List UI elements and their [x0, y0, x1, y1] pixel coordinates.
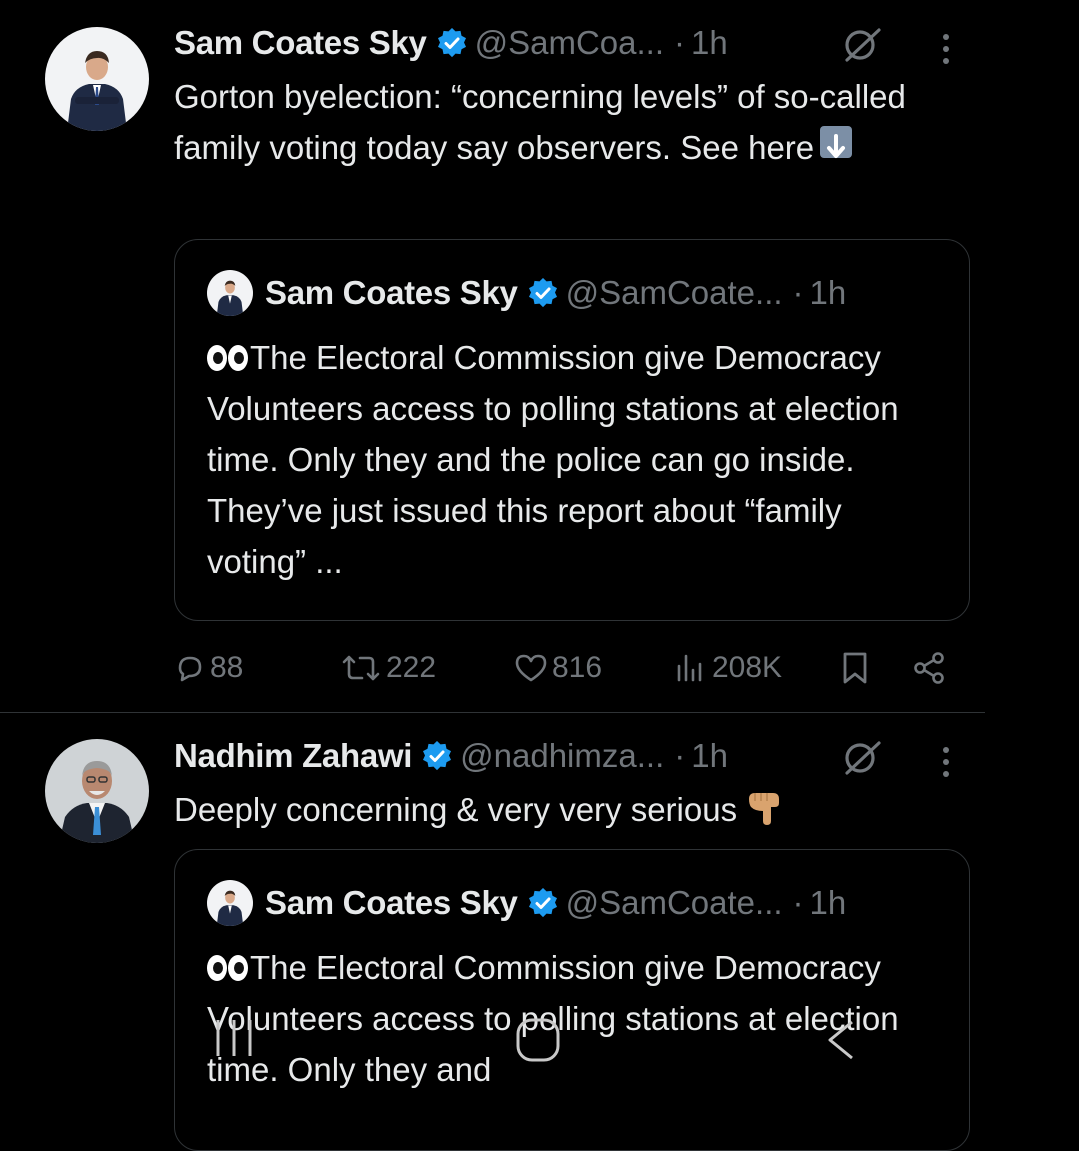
avatar[interactable] [45, 739, 149, 843]
verified-badge-icon [528, 888, 558, 918]
reply-count: 88 [210, 651, 244, 684]
eyes-emoji-icon [207, 345, 248, 371]
quoted-author-handle: @SamCoate... [565, 884, 783, 921]
separator-dot: · [674, 737, 686, 774]
quoted-tweet[interactable]: Sam Coates Sky @SamCoate... · 1h The Ele… [174, 239, 970, 621]
reply-button[interactable]: 88 [174, 640, 243, 696]
quoted-timestamp: 1h [809, 884, 847, 921]
grok-icon[interactable] [842, 740, 882, 776]
author-handle[interactable]: @nadhimza... [460, 737, 664, 775]
repost-count: 222 [386, 651, 437, 684]
views-button[interactable]: 208K [674, 640, 782, 696]
verified-badge-icon [437, 28, 467, 58]
like-button[interactable]: 816 [514, 640, 602, 696]
separator-dot: · [674, 24, 686, 61]
share-button[interactable] [912, 640, 950, 696]
tweet[interactable]: Sam Coates Sky @SamCoa... · 1h Gorton by… [0, 0, 985, 713]
view-count: 208K [712, 651, 783, 684]
repost-icon [342, 655, 380, 681]
verified-badge-icon [528, 278, 558, 308]
down-arrow-emoji-icon [820, 126, 853, 158]
tweet-text: Deeply concerning & very very serious [174, 784, 964, 841]
quoted-author-handle: @SamCoate... [565, 274, 783, 311]
grok-icon[interactable] [842, 27, 882, 63]
tweet-text-content: Gorton byelection: “concerning levels” o… [174, 78, 916, 166]
verified-badge-icon [422, 741, 452, 771]
recent-apps-icon[interactable] [208, 1016, 260, 1060]
reply-icon [178, 656, 202, 682]
more-options-icon[interactable] [940, 745, 952, 779]
repost-button[interactable]: 222 [340, 640, 436, 696]
more-options-icon[interactable] [940, 32, 952, 66]
back-icon[interactable] [820, 1016, 860, 1064]
bookmark-icon [843, 652, 867, 684]
system-navigation-bar [0, 1016, 1079, 1076]
heart-icon [515, 654, 547, 682]
tweet-text: Gorton byelection: “concerning levels” o… [174, 71, 964, 173]
timestamp[interactable]: 1h [691, 24, 728, 62]
views-icon [677, 654, 702, 682]
quoted-text-content: The Electoral Commission give Democracy … [207, 339, 899, 580]
quoted-tweet-text: The Electoral Commission give Democracy … [207, 332, 937, 587]
action-bar: 88 222 816 208K [174, 640, 954, 696]
separator-dot: · [792, 884, 804, 921]
tweet-text-content: Deeply concerning & very very serious [174, 791, 738, 828]
eyes-emoji-icon [207, 955, 248, 981]
quoted-avatar[interactable] [207, 880, 253, 926]
home-icon[interactable] [514, 1016, 562, 1064]
separator-dot: · [792, 274, 804, 311]
bookmark-button[interactable] [840, 640, 874, 696]
author-name[interactable]: Nadhim Zahawi [174, 737, 412, 775]
quoted-avatar[interactable] [207, 270, 253, 316]
quoted-timestamp: 1h [809, 274, 847, 311]
author-handle[interactable]: @SamCoa... [475, 24, 664, 62]
author-name[interactable]: Sam Coates Sky [174, 24, 427, 62]
quoted-author-name: Sam Coates Sky [265, 274, 518, 311]
avatar[interactable] [45, 27, 149, 131]
pointing-down-emoji-icon [745, 789, 785, 841]
timestamp[interactable]: 1h [691, 737, 728, 775]
quoted-author-name: Sam Coates Sky [265, 884, 518, 921]
like-count: 816 [552, 651, 603, 684]
share-icon [914, 652, 944, 684]
